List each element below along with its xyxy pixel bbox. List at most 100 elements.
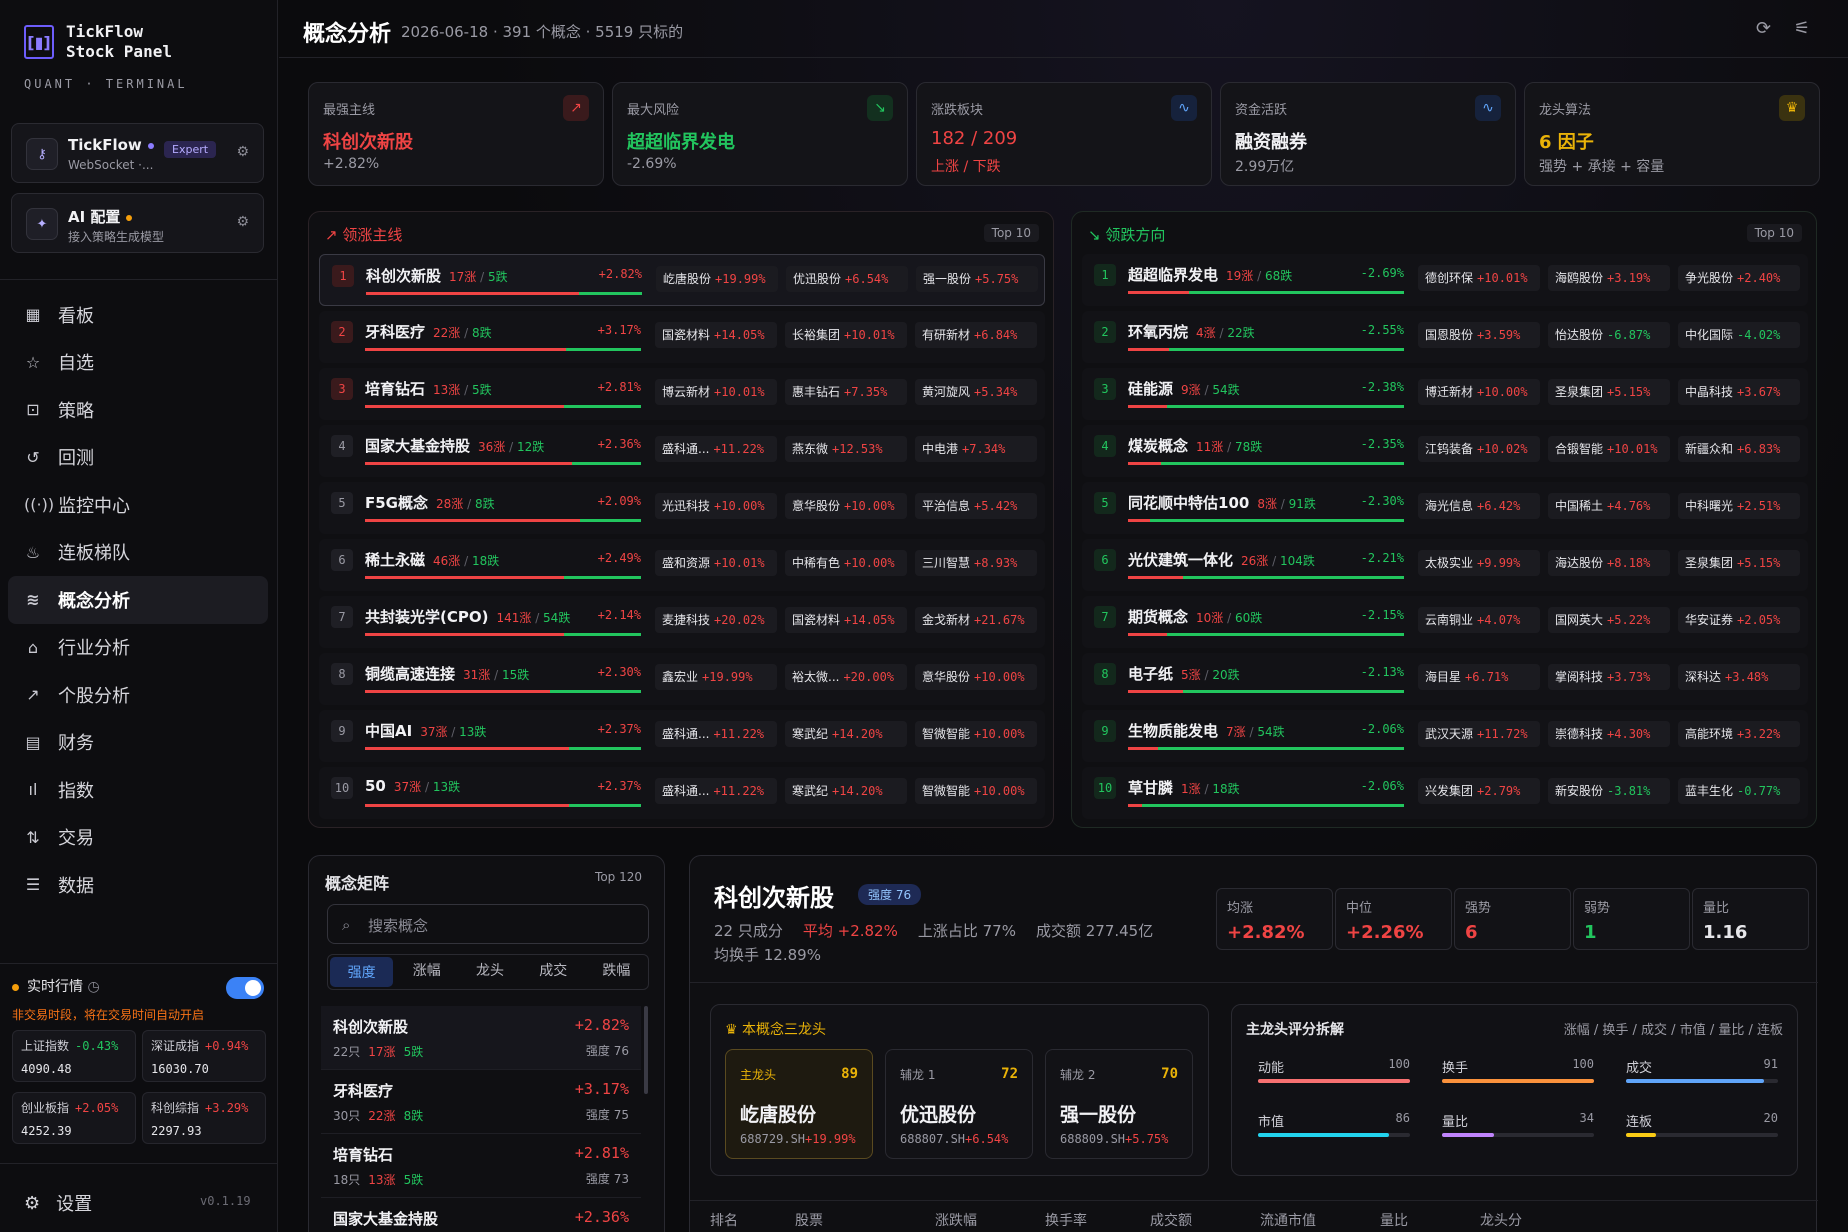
index-card[interactable]: 创业板指 +2.05% 4252.39 <box>12 1092 136 1144</box>
gear-icon[interactable]: ⚙ <box>236 214 249 230</box>
stock-chip[interactable]: 意华股份 +10.00% <box>785 493 907 519</box>
stock-chip[interactable]: 海达股份 +8.18% <box>1548 550 1670 576</box>
stock-chip[interactable]: 怡达股份 -6.87% <box>1548 322 1670 348</box>
stock-chip[interactable]: 圣泉集团 +5.15% <box>1548 379 1670 405</box>
concept-row[interactable]: 2 环氧丙烷 4涨 / 22跌 -2.55% 国恩股份 +3.59% 怡达股份 -6.87% 中… <box>1082 311 1808 363</box>
column-header[interactable]: 股票 <box>795 1210 823 1230</box>
concept-row[interactable]: 9 中国AI 37涨 / 13跌 +2.37% 盛科通... +11.22% 寒武纪 +14.… <box>319 710 1045 762</box>
stock-chip[interactable]: 金戈新材 +21.67% <box>915 607 1037 633</box>
stock-chip[interactable]: 屹唐股份 +19.99% <box>656 266 778 292</box>
stock-chip[interactable]: 三川智慧 +8.93% <box>915 550 1037 576</box>
list-item[interactable]: 培育钻石 +2.81% 18只 13涨 5跌 强度 73 <box>321 1134 641 1198</box>
kpi-card[interactable]: 最大风险 超超临界发电 -2.69% ↘ <box>612 82 908 186</box>
stock-chip[interactable]: 海鸥股份 +3.19% <box>1548 265 1670 291</box>
stock-chip[interactable]: 海目星 +6.71% <box>1418 664 1540 690</box>
concept-row[interactable]: 7 共封装光学(CPO) 141涨 / 54跌 +2.14% 麦捷科技 +20.02% 国瓷… <box>319 596 1045 648</box>
stock-chip[interactable]: 长裕集团 +10.01% <box>785 322 907 348</box>
stock-chip[interactable]: 国恩股份 +3.59% <box>1418 322 1540 348</box>
realtime-toggle[interactable] <box>226 977 264 999</box>
tab-3[interactable]: 成交 <box>522 955 585 989</box>
stock-chip[interactable]: 深科达 +3.48% <box>1678 664 1800 690</box>
stock-chip[interactable]: 优迅股份 +6.54% <box>786 266 908 292</box>
stock-chip[interactable]: 武汉天源 +11.72% <box>1418 721 1540 747</box>
list-item[interactable]: 牙科医疗 +3.17% 30只 22涨 8跌 强度 75 <box>321 1070 641 1134</box>
nav-item-1[interactable]: ☆ 自选 <box>8 339 268 387</box>
brand[interactable]: [▮] TickFlow Stock Panel <box>24 22 172 62</box>
scrollbar[interactable] <box>644 1006 648 1094</box>
nav-item-7[interactable]: ⌂ 行业分析 <box>8 624 268 672</box>
stock-chip[interactable]: 中科曙光 +2.51% <box>1678 493 1800 519</box>
concept-row[interactable]: 1 超超临界发电 19涨 / 68跌 -2.69% 德创环保 +10.01% 海鸥股份 +3.… <box>1082 254 1808 306</box>
dragon-card[interactable]: 辅龙 1 72 优迅股份 688807.SH+6.54% <box>885 1049 1033 1159</box>
column-header[interactable]: 流通市值 <box>1260 1210 1316 1230</box>
index-card[interactable]: 上证指数 -0.43% 4090.48 <box>12 1030 136 1082</box>
stock-chip[interactable]: 寒武纪 +14.20% <box>785 721 907 747</box>
stock-chip[interactable]: 有研新材 +6.84% <box>915 322 1037 348</box>
stock-chip[interactable]: 盛科通... +11.22% <box>655 436 777 462</box>
nav-item-11[interactable]: ⇅ 交易 <box>8 814 268 862</box>
column-header[interactable]: 成交额 <box>1150 1210 1192 1230</box>
stock-chip[interactable]: 智微智能 +10.00% <box>915 778 1037 804</box>
stock-chip[interactable]: 争光股份 +2.40% <box>1678 265 1800 291</box>
nav-item-2[interactable]: ⊡ 策略 <box>8 386 268 434</box>
stock-chip[interactable]: 掌阅科技 +3.73% <box>1548 664 1670 690</box>
kpi-card[interactable]: 龙头算法 6 因子 强势 + 承接 + 容量 ♛ <box>1524 82 1820 186</box>
kpi-card[interactable]: 最强主线 科创次新股 +2.82% ↗ <box>308 82 604 186</box>
stock-chip[interactable]: 博迁新材 +10.00% <box>1418 379 1540 405</box>
stock-chip[interactable]: 高能环境 +3.22% <box>1678 721 1800 747</box>
stock-chip[interactable]: 中国稀土 +4.76% <box>1548 493 1670 519</box>
stock-chip[interactable]: 中电港 +7.34% <box>915 436 1037 462</box>
filter-icon[interactable]: ⚟ <box>1794 18 1810 39</box>
concept-row[interactable]: 5 F5G概念 28涨 / 8跌 +2.09% 光迅科技 +10.00% 意华股份 +10.0… <box>319 482 1045 534</box>
stock-chip[interactable]: 盛科通... +11.22% <box>655 721 777 747</box>
dragon-card[interactable]: 辅龙 2 70 强一股份 688809.SH+5.75% <box>1045 1049 1193 1159</box>
stock-chip[interactable]: 光迅科技 +10.00% <box>655 493 777 519</box>
search-input[interactable]: ⌕ 搜索概念 <box>327 904 649 944</box>
concept-row[interactable]: 2 牙科医疗 22涨 / 8跌 +3.17% 国瓷材料 +14.05% 长裕集团 +10.01… <box>319 311 1045 363</box>
concept-row[interactable]: 5 同花顺中特估100 8涨 / 91跌 -2.30% 海光信息 +6.42% 中国稀土 +4… <box>1082 482 1808 534</box>
concept-row[interactable]: 6 光伏建筑一体化 26涨 / 104跌 -2.21% 太极实业 +9.99% 海达股份 +8… <box>1082 539 1808 591</box>
stock-chip[interactable]: 国瓷材料 +14.05% <box>785 607 907 633</box>
concept-row[interactable]: 7 期货概念 10涨 / 60跌 -2.15% 云南铜业 +4.07% 国网英大 +5.22%… <box>1082 596 1808 648</box>
kpi-card[interactable]: 涨跌板块 182 / 209 上涨 / 下跌 ∿ <box>916 82 1212 186</box>
column-header[interactable]: 排名 <box>710 1210 738 1230</box>
stock-chip[interactable]: 中化国际 -4.02% <box>1678 322 1800 348</box>
kpi-card[interactable]: 资金活跃 融资融券 2.99万亿 ∿ <box>1220 82 1516 186</box>
tab-2[interactable]: 龙头 <box>458 955 521 989</box>
concept-row[interactable]: 9 生物质能发电 7涨 / 54跌 -2.06% 武汉天源 +11.72% 崇德科技 +4.3… <box>1082 710 1808 762</box>
stock-chip[interactable]: 强一股份 +5.75% <box>916 266 1038 292</box>
stock-chip[interactable]: 崇德科技 +4.30% <box>1548 721 1670 747</box>
concept-row[interactable]: 4 国家大基金持股 36涨 / 12跌 +2.36% 盛科通... +11.22% 燕东微 +… <box>319 425 1045 477</box>
list-item[interactable]: 科创次新股 +2.82% 22只 17涨 5跌 强度 76 <box>321 1006 641 1070</box>
nav-item-10[interactable]: ıl 指数 <box>8 766 268 814</box>
column-header[interactable]: 换手率 <box>1045 1210 1087 1230</box>
stock-chip[interactable]: 中稀有色 +10.00% <box>785 550 907 576</box>
stock-chip[interactable]: 太极实业 +9.99% <box>1418 550 1540 576</box>
stock-chip[interactable]: 博云新材 +10.01% <box>655 379 777 405</box>
settings-button[interactable]: ⚙ 设置 <box>24 1190 92 1216</box>
nav-item-8[interactable]: ↗ 个股分析 <box>8 671 268 719</box>
nav-item-0[interactable]: ▦ 看板 <box>8 291 268 339</box>
tab-1[interactable]: 涨幅 <box>395 955 458 989</box>
concept-row[interactable]: 3 培育钻石 13涨 / 5跌 +2.81% 博云新材 +10.01% 惠丰钻石 +7.35%… <box>319 368 1045 420</box>
nav-item-6[interactable]: ≋ 概念分析 <box>8 576 268 624</box>
stock-chip[interactable]: 国瓷材料 +14.05% <box>655 322 777 348</box>
stock-chip[interactable]: 德创环保 +10.01% <box>1418 265 1540 291</box>
stock-chip[interactable]: 盛和资源 +10.01% <box>655 550 777 576</box>
nav-item-12[interactable]: ☰ 数据 <box>8 861 268 909</box>
nav-item-9[interactable]: ▤ 财务 <box>8 719 268 767</box>
stock-chip[interactable]: 裕太微... +20.00% <box>785 664 907 690</box>
concept-row[interactable]: 4 煤炭概念 11涨 / 78跌 -2.35% 江钨装备 +10.02% 合锻智能 +10.0… <box>1082 425 1808 477</box>
stock-chip[interactable]: 惠丰钻石 +7.35% <box>785 379 907 405</box>
stock-chip[interactable]: 华安证券 +2.05% <box>1678 607 1800 633</box>
stock-chip[interactable]: 意华股份 +10.00% <box>915 664 1037 690</box>
stock-chip[interactable]: 云南铜业 +4.07% <box>1418 607 1540 633</box>
stock-chip[interactable]: 兴发集团 +2.79% <box>1418 778 1540 804</box>
stock-chip[interactable]: 麦捷科技 +20.02% <box>655 607 777 633</box>
stock-chip[interactable]: 燕东微 +12.53% <box>785 436 907 462</box>
stock-chip[interactable]: 新安股份 -3.81% <box>1548 778 1670 804</box>
stock-chip[interactable]: 国网英大 +5.22% <box>1548 607 1670 633</box>
stock-chip[interactable]: 寒武纪 +14.20% <box>785 778 907 804</box>
concept-row[interactable]: 8 电子纸 5涨 / 20跌 -2.13% 海目星 +6.71% 掌阅科技 +3.73% 深科达… <box>1082 653 1808 705</box>
column-header[interactable]: 涨跌幅 <box>935 1210 977 1230</box>
